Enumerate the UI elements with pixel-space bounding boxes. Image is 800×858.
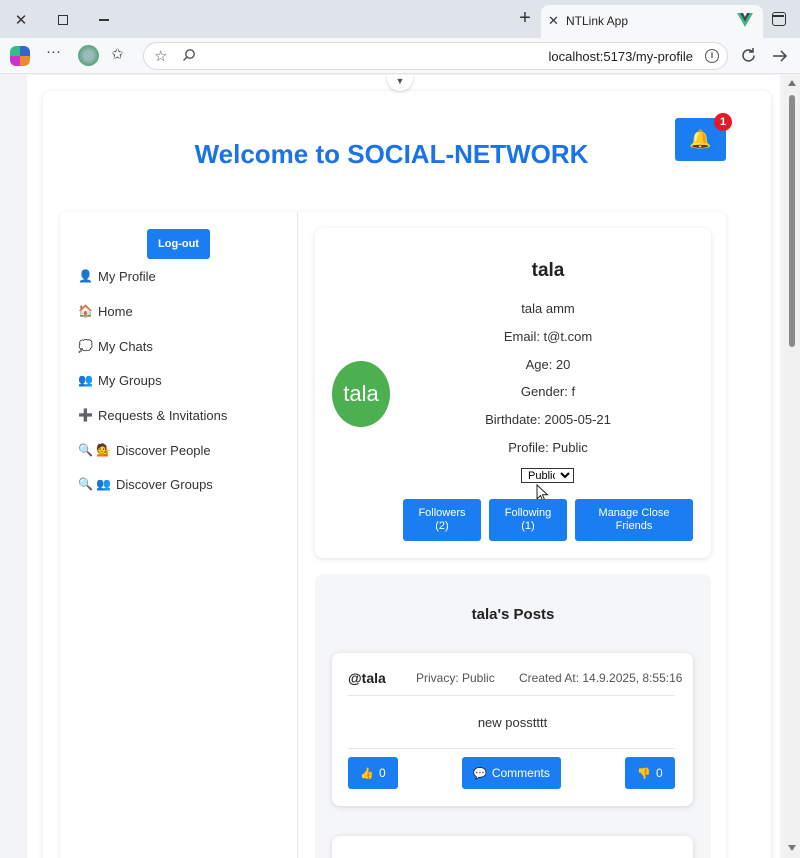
- url-text[interactable]: localhost:5173/my-profile: [548, 49, 693, 64]
- reload-icon[interactable]: [740, 47, 757, 64]
- sidebar: Log-out 👤 My Profile 🏠 Home 💭 My Chats 👥…: [60, 212, 298, 858]
- vue-favicon-icon: [737, 13, 753, 27]
- post-card: @tala Privacy: Public Created At: 14.9.2…: [332, 653, 693, 806]
- sidebar-item-label: Home: [98, 303, 133, 319]
- profile-age: Age: 20: [525, 357, 571, 372]
- favorites-icon[interactable]: ✩: [111, 45, 124, 63]
- privacy-select[interactable]: Public: [521, 468, 574, 483]
- sidebar-item-label: Requests & Invitations: [98, 407, 228, 423]
- browser-tab[interactable]: ✕ NTLink App: [541, 5, 763, 38]
- minimize-window-icon[interactable]: [91, 7, 117, 33]
- sidebar-item-requests[interactable]: ➕ Requests & Invitations: [78, 405, 227, 425]
- profile-gender: Gender: f: [520, 384, 576, 399]
- notification-badge: 1: [714, 113, 732, 131]
- profile-email: Email: t@t.com: [503, 329, 593, 344]
- thumbs-up-icon: 👍: [360, 767, 374, 780]
- new-tab-button[interactable]: +: [512, 7, 538, 30]
- thumbs-down-icon: 👎: [637, 767, 651, 780]
- star-icon[interactable]: ☆: [154, 47, 167, 65]
- discover-people-icon: 🔍 💁: [78, 443, 112, 457]
- sidebar-item-label: My Chats: [98, 338, 153, 354]
- sidebar-item-label: My Groups: [98, 372, 162, 388]
- close-window-icon[interactable]: ✕: [8, 7, 34, 33]
- sidebar-item-discover-groups[interactable]: 🔍 👥 Discover Groups: [78, 474, 213, 494]
- sidebar-item-label: Discover Groups: [116, 476, 213, 492]
- avatar: tala: [332, 361, 390, 427]
- post-card: [332, 836, 693, 858]
- page-title: Welcome to SOCIAL-NETWORK: [194, 139, 589, 169]
- restore-window-icon[interactable]: [50, 7, 76, 33]
- scrollbar[interactable]: [784, 75, 800, 858]
- layout-icon[interactable]: [772, 12, 786, 26]
- tab-close-icon[interactable]: ✕: [548, 13, 559, 29]
- profile-full-name: tala amm: [521, 301, 575, 316]
- manage-label-line1: Manage Close: [598, 507, 670, 519]
- browser-tabbar: ✕ + ✕ NTLink App: [0, 0, 800, 38]
- followers-button[interactable]: Followers (2): [403, 499, 481, 541]
- scroll-down-icon[interactable]: [788, 845, 796, 851]
- forward-icon[interactable]: [772, 48, 788, 64]
- profile-card: tala tala tala amm Email: t@t.com Age: 2…: [315, 228, 711, 558]
- content-box: Log-out 👤 My Profile 🏠 Home 💭 My Chats 👥…: [60, 212, 726, 858]
- sidebar-item-home[interactable]: 🏠 Home: [78, 301, 133, 321]
- browser-toolbar: ··· ✩ ☆ localhost:5173/my-profile i: [0, 38, 800, 74]
- scroll-up-icon[interactable]: [788, 80, 796, 86]
- sidebar-item-label: Discover People: [116, 442, 211, 458]
- manage-label-line2: Friends: [615, 520, 653, 532]
- sidebar-item-my-profile[interactable]: 👤 My Profile: [78, 266, 156, 286]
- tab-title: NTLink App: [566, 14, 629, 28]
- post-privacy: Privacy: Public: [416, 671, 495, 685]
- sidebar-item-my-chats[interactable]: 💭 My Chats: [78, 336, 153, 356]
- profile-privacy: Profile: Public: [508, 440, 588, 455]
- followers-label: Followers: [418, 507, 466, 519]
- main-card: Welcome to SOCIAL-NETWORK 🔔 1 Log-out 👤 …: [43, 91, 771, 858]
- divider: [348, 748, 675, 749]
- followers-count: (2): [435, 520, 449, 532]
- dislike-count: 0: [656, 766, 663, 780]
- post-author[interactable]: @tala: [348, 670, 386, 686]
- address-bar[interactable]: ☆ localhost:5173/my-profile i: [143, 42, 728, 70]
- copilot-icon[interactable]: [10, 46, 30, 66]
- posts-title: tala's Posts: [471, 606, 555, 623]
- dislike-button[interactable]: 👎 0: [625, 757, 675, 789]
- discover-groups-icon: 🔍 👥: [78, 477, 112, 491]
- page-viewport: Welcome to SOCIAL-NETWORK 🔔 1 Log-out 👤 …: [0, 75, 784, 858]
- user-icon: 👤: [78, 269, 93, 283]
- following-button[interactable]: Following (1): [489, 499, 567, 541]
- logout-button[interactable]: Log-out: [147, 229, 210, 259]
- sidebar-item-discover-people[interactable]: 🔍 💁 Discover People: [78, 440, 211, 460]
- plus-icon: ➕: [78, 408, 93, 422]
- divider: [348, 695, 675, 696]
- posts-section: tala's Posts @tala Privacy: Public Creat…: [315, 574, 711, 858]
- comments-label: Comments: [491, 766, 550, 780]
- page-container: Welcome to SOCIAL-NETWORK 🔔 1 Log-out 👤 …: [27, 75, 780, 858]
- profile-nickname: tala: [531, 260, 565, 281]
- scroll-thumb[interactable]: [789, 95, 795, 347]
- profile-birthdate: Birthdate: 2005-05-21: [485, 412, 611, 427]
- comments-button[interactable]: 💬 Comments: [462, 757, 561, 789]
- search-icon: [183, 49, 195, 61]
- profile-avatar-icon[interactable]: [78, 45, 99, 66]
- bell-icon: 🔔: [689, 129, 712, 149]
- following-label: Following: [504, 507, 552, 519]
- post-created-at: Created At: 14.9.2025, 8:55:16: [519, 671, 683, 685]
- chat-bubble-icon: 💭: [78, 339, 93, 353]
- like-button[interactable]: 👍 0: [348, 757, 398, 789]
- manage-close-friends-button[interactable]: Manage Close Friends: [575, 499, 693, 541]
- group-icon: 👥: [78, 373, 93, 387]
- post-content: new posstttt: [477, 715, 548, 730]
- following-count: (1): [521, 520, 535, 532]
- comment-icon: 💬: [473, 767, 487, 780]
- sidebar-item-label: My Profile: [98, 268, 156, 284]
- more-icon[interactable]: ···: [46, 43, 61, 60]
- home-icon: 🏠: [78, 304, 93, 318]
- like-count: 0: [379, 766, 386, 780]
- sidebar-item-my-groups[interactable]: 👥 My Groups: [78, 370, 162, 390]
- site-info-icon[interactable]: i: [705, 49, 719, 63]
